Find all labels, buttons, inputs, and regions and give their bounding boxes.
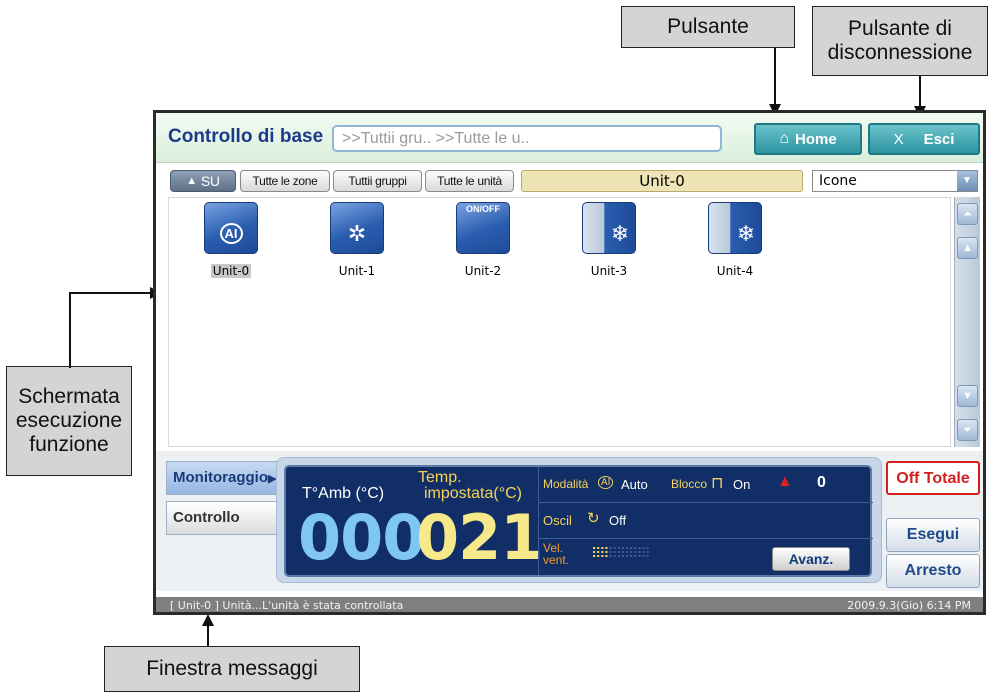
alarm-count: 0: [817, 474, 826, 491]
arrow-messages: [202, 614, 214, 626]
unit-label: Unit-2: [464, 264, 502, 278]
swing-label: Oscil: [543, 513, 572, 528]
scroll-down-icon[interactable]: ▼: [957, 385, 978, 407]
leader-messages: [207, 624, 209, 646]
callout-messages: Finestra messaggi: [104, 646, 360, 692]
exit-button[interactable]: X Esci: [868, 123, 980, 155]
mode-row: Modalità AI Auto Blocco ⊓ On ▲ 0: [539, 467, 873, 503]
unit-item[interactable]: AI Unit-0: [191, 202, 271, 280]
fan-row: Vel. vent. ⠿⠿⠿⠿⠿⠿⠿ Avanz.: [539, 539, 873, 575]
unit-item[interactable]: ON/OFF Unit-2: [443, 202, 523, 278]
control-panel: Monitoraggio▶ Controllo T°Amb (°C) Temp.…: [156, 451, 983, 591]
unit-label: Unit-0: [210, 264, 252, 278]
leader-screen-v: [69, 292, 71, 368]
onoff-icon: ON/OFF: [456, 202, 510, 254]
leader-button: [774, 48, 776, 106]
lock-label: Blocco: [671, 477, 708, 491]
room-temp-value: 000: [298, 501, 425, 574]
vertical-scrollbar[interactable]: ⏶ ▲ ▼ ⏷: [954, 197, 980, 447]
all-off-button[interactable]: Off Totale: [886, 461, 980, 495]
lock-icon: ⊓: [711, 475, 724, 492]
status-message: [ Unit-0 ] Unità...L'unità è stata contr…: [170, 599, 404, 612]
unit-grid: AI Unit-0 ✲ Unit-1 ON/OFF Unit-2 ❄ Unit-…: [168, 197, 951, 447]
arrow-up-icon: ▲: [186, 175, 197, 187]
scroll-top-icon[interactable]: ⏶: [957, 203, 978, 225]
message-bar: [ Unit-0 ] Unità...L'unità è stata contr…: [156, 597, 983, 612]
alarm-icon: ▲: [777, 473, 793, 490]
run-button[interactable]: Esegui: [886, 518, 980, 552]
mode-label: Modalità: [543, 477, 589, 491]
advanced-button[interactable]: Avanz.: [772, 547, 850, 571]
swing-icon: ↻: [587, 510, 600, 527]
close-icon: X: [893, 130, 904, 148]
home-icon: ⌂: [779, 130, 789, 147]
unit-label: Unit-3: [590, 264, 628, 278]
snowflake-icon: ❄: [582, 202, 636, 254]
current-unit-display: Unit-0: [521, 170, 803, 192]
set-temp-value: 021: [416, 501, 543, 574]
tab-control[interactable]: Controllo: [166, 501, 278, 535]
all-units-button[interactable]: Tutte le unità: [425, 170, 514, 192]
app-window: Controllo di base >>Tuttii gru.. >>Tutte…: [153, 110, 986, 615]
status-datetime: 2009.9.3(Gio) 6:14 PM: [847, 599, 971, 612]
mode-value: Auto: [621, 477, 648, 492]
view-mode-select[interactable]: Icone ▼: [812, 170, 978, 192]
all-groups-button[interactable]: Tuttii gruppi: [333, 170, 422, 192]
ai-mode-icon: AI: [598, 476, 614, 489]
callout-button: Pulsante: [621, 6, 795, 48]
swing-value: Off: [609, 513, 627, 528]
swing-row: Oscil ↻ Off: [539, 503, 873, 539]
unit-item[interactable]: ❄ Unit-3: [569, 202, 649, 278]
home-button[interactable]: ⌂ Home: [754, 123, 862, 155]
snowflake-icon: ❄: [708, 202, 762, 254]
lock-value: On: [733, 477, 751, 492]
unit-item[interactable]: ✲ Unit-1: [317, 202, 397, 278]
breadcrumb[interactable]: >>Tuttii gru.. >>Tutte le u..: [332, 125, 722, 152]
monitor-display: T°Amb (°C) Temp. impostata(°C) 000 021 M…: [284, 465, 873, 577]
scroll-up-icon[interactable]: ▲: [957, 237, 978, 259]
fan-speed-bars-icon: ⠿⠿⠿⠿⠿⠿⠿: [591, 545, 651, 561]
leader-screen-h: [69, 292, 151, 294]
fan-label-line2: vent.: [543, 553, 570, 567]
unit-label: Unit-4: [716, 264, 754, 278]
chevron-down-icon[interactable]: ▼: [957, 171, 977, 191]
fan-icon: ✲: [330, 202, 384, 254]
scroll-bottom-icon[interactable]: ⏷: [957, 419, 978, 441]
title-bar: Controllo di base >>Tuttii gru.. >>Tutte…: [156, 113, 983, 163]
unit-item[interactable]: ❄ Unit-4: [695, 202, 775, 278]
callout-logout: Pulsante di disconnessione: [812, 6, 988, 76]
unit-label: Unit-1: [338, 264, 376, 278]
tab-monitoring[interactable]: Monitoraggio▶: [166, 461, 278, 495]
stop-button[interactable]: Arresto: [886, 554, 980, 588]
up-button[interactable]: ▲ SU: [170, 170, 236, 192]
callout-screen: Schermata esecuzione funzione: [6, 366, 132, 476]
all-zones-button[interactable]: Tutte le zone: [240, 170, 330, 192]
leader-logout: [919, 76, 921, 108]
page-title: Controllo di base: [168, 126, 324, 147]
ai-mode-icon: AI: [204, 202, 258, 254]
status-grid: Modalità AI Auto Blocco ⊓ On ▲ 0 Oscil ↻…: [538, 467, 873, 575]
